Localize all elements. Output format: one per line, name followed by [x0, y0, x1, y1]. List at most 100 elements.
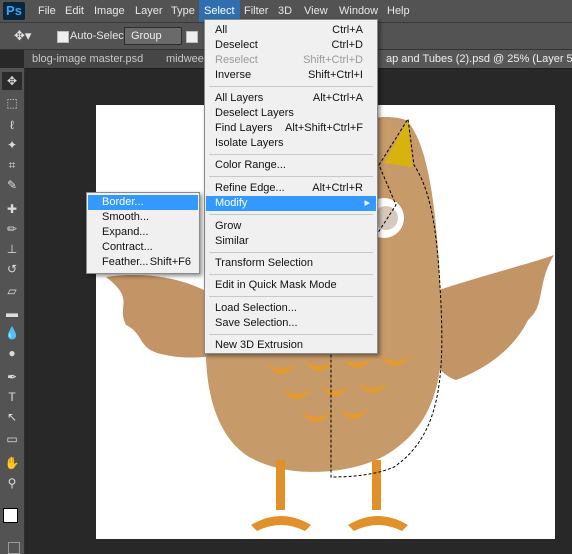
menu-item-shortcut: Shift+Ctrl+D — [303, 54, 363, 66]
menu-item-reselect: Reselect Shift+Ctrl+D — [215, 53, 363, 68]
menu-separator — [209, 176, 373, 177]
eraser-tool-icon[interactable]: ▱ — [2, 282, 22, 300]
menu-item-label: Contract... — [102, 241, 153, 253]
menu-type[interactable]: Type — [166, 0, 200, 22]
menu-item-label: Load Selection... — [215, 302, 297, 314]
history-brush-tool-icon[interactable]: ↺ — [2, 260, 22, 278]
blur-tool-icon[interactable]: 💧 — [2, 324, 22, 342]
menu-item-similar[interactable]: Similar — [215, 234, 363, 249]
menu-item-label: Grow — [215, 220, 242, 232]
menu-item-transform-selection[interactable]: Transform Selection — [215, 256, 363, 271]
type-tool-icon[interactable]: T — [2, 388, 22, 406]
menu-item-shortcut: Shift+Ctrl+I — [307, 69, 363, 81]
path-selection-tool-icon[interactable]: ↖ — [2, 408, 22, 426]
menu-help[interactable]: Help — [382, 0, 415, 22]
gradient-tool-icon[interactable]: ▬ — [2, 304, 22, 322]
menu-item-grow[interactable]: Grow — [215, 219, 363, 234]
menu-item-label: Inverse — [215, 69, 252, 81]
marquee-tool-icon[interactable]: ⬚ — [2, 94, 22, 112]
menu-item-label: All — [215, 24, 228, 36]
shape-tool-icon[interactable]: ▭ — [2, 430, 22, 448]
hand-tool-icon[interactable]: ✋ — [2, 454, 22, 472]
menu-separator — [209, 334, 373, 335]
submenu-item-contract[interactable]: Contract... — [102, 240, 191, 255]
menu-item-label: Border... — [102, 196, 144, 208]
menu-item-quick-mask[interactable]: Edit in Quick Mask Mode — [215, 278, 363, 293]
submenu-arrow-icon: ▸ — [364, 197, 370, 209]
pen-tool-icon[interactable]: ✒ — [2, 368, 22, 386]
menu-edit[interactable]: Edit — [60, 0, 89, 22]
menu-item-label: Refine Edge... — [215, 182, 285, 194]
submenu-item-expand[interactable]: Expand... — [102, 225, 191, 240]
menu-item-shortcut: Alt+Ctrl+A — [312, 92, 363, 104]
menu-separator — [209, 214, 373, 215]
menu-item-label: Feather... — [102, 256, 149, 268]
submenu-item-smooth[interactable]: Smooth... — [102, 210, 191, 225]
quick-selection-tool-icon[interactable]: ✦ — [2, 136, 22, 154]
menu-item-label: All Layers — [215, 92, 264, 104]
menu-item-color-range[interactable]: Color Range... — [215, 158, 363, 173]
clone-stamp-tool-icon[interactable]: ⊥ — [2, 240, 22, 258]
menu-item-refine-edge[interactable]: Refine Edge... Alt+Ctrl+R — [215, 181, 363, 196]
menu-item-label: Edit in Quick Mask Mode — [215, 279, 337, 291]
auto-select-checkbox[interactable] — [57, 31, 69, 43]
brush-tool-icon[interactable]: ✏ — [2, 220, 22, 238]
dodge-tool-icon[interactable]: ● — [2, 344, 22, 362]
tab-blog-image[interactable]: blog-image master.psd — [24, 50, 159, 68]
menu-item-isolate-layers[interactable]: Isolate Layers — [215, 136, 363, 151]
auto-select-label: Auto-Select: — [70, 30, 130, 42]
menu-separator — [209, 252, 373, 253]
menu-separator — [209, 86, 373, 87]
menu-item-label: Reselect — [215, 54, 258, 66]
menu-item-deselect[interactable]: Deselect Ctrl+D — [215, 38, 363, 53]
tab-active-document[interactable]: ap and Tubes (2).psd @ 25% (Layer 5, RGB… — [378, 50, 572, 68]
menu-item-label: Expand... — [102, 226, 149, 238]
menu-item-label: Modify — [215, 197, 248, 209]
submenu-item-border[interactable]: Border... — [88, 195, 198, 210]
menu-item-label: Deselect — [215, 39, 258, 51]
menu-item-deselect-layers[interactable]: Deselect Layers — [215, 106, 363, 121]
menu-separator — [209, 154, 373, 155]
menu-item-load-selection[interactable]: Load Selection... — [215, 301, 363, 316]
submenu-item-feather[interactable]: Feather... Shift+F6 — [102, 255, 191, 270]
menu-item-find-layers[interactable]: Find Layers Alt+Shift+Ctrl+F — [215, 121, 363, 136]
menu-item-shortcut: Alt+Ctrl+R — [312, 182, 363, 194]
crop-tool-icon[interactable]: ⌗ — [2, 156, 22, 174]
owl-right-wing — [424, 255, 554, 380]
menu-item-label: Deselect Layers — [215, 107, 294, 119]
menu-item-modify[interactable]: Modify ▸ — [206, 196, 376, 211]
menu-item-new-3d-extrusion[interactable]: New 3D Extrusion — [215, 338, 363, 353]
menu-item-all[interactable]: All Ctrl+A — [215, 23, 363, 38]
menu-separator — [209, 296, 373, 297]
zoom-tool-icon[interactable]: ⚲ — [2, 474, 22, 492]
menu-item-label: Transform Selection — [215, 257, 314, 269]
photoshop-logo: Ps — [3, 2, 25, 20]
move-tool-icon[interactable]: ✥ — [2, 72, 22, 90]
show-transform-checkbox[interactable] — [186, 31, 198, 43]
menu-item-label: Isolate Layers — [215, 137, 284, 149]
quick-mask-icon[interactable] — [8, 542, 20, 554]
menu-item-save-selection[interactable]: Save Selection... — [215, 316, 363, 331]
menu-image[interactable]: Image — [89, 0, 130, 22]
menu-item-shortcut: Ctrl+D — [331, 39, 363, 51]
menu-layer[interactable]: Layer — [130, 0, 168, 22]
foreground-color-swatch[interactable] — [3, 508, 18, 523]
healing-brush-tool-icon[interactable]: ✚ — [2, 200, 22, 218]
menu-separator — [209, 274, 373, 275]
menu-item-label: Color Range... — [215, 159, 286, 171]
menu-item-label: Save Selection... — [215, 317, 298, 329]
menu-item-shortcut: Shift+F6 — [149, 256, 191, 268]
eyedropper-tool-icon[interactable]: ✎ — [2, 176, 22, 194]
menu-file[interactable]: File — [33, 0, 61, 22]
select-menu-dropdown: All Ctrl+A Deselect Ctrl+D Reselect Shift+C… — [204, 19, 378, 354]
modify-submenu: Border... Smooth... Expand... Contract..… — [86, 192, 200, 274]
menu-item-all-layers[interactable]: All Layers Alt+Ctrl+A — [215, 91, 363, 106]
lasso-tool-icon[interactable]: ℓ — [2, 116, 22, 134]
menu-item-inverse[interactable]: Inverse Shift+Ctrl+I — [215, 68, 363, 83]
menu-item-label: Smooth... — [102, 211, 150, 223]
tools-panel: ✥ ⬚ ℓ ✦ ⌗ ✎ ✚ ✏ ⊥ ↺ ▱ ▬ 💧 ● ✒ T ↖ ▭ ✋ ⚲ — [0, 68, 25, 554]
move-tool-preset-icon[interactable]: ✥▾ — [14, 23, 31, 49]
menu-item-shortcut: Ctrl+A — [332, 24, 363, 36]
menu-item-label: Find Layers — [215, 122, 273, 134]
auto-select-dropdown[interactable]: Group — [124, 27, 182, 45]
